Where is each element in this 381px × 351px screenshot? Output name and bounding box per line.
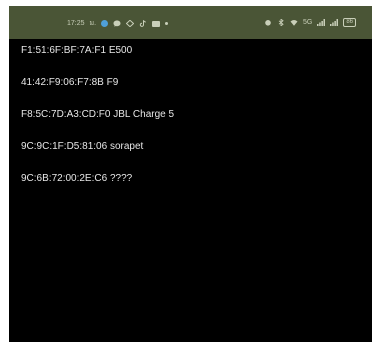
phone-screen: 17:25 ม. 5G 86 F1:51:6F:BF:7A:F1 E500 41… xyxy=(9,6,372,342)
signal-icon-2 xyxy=(330,19,339,26)
tiktok-icon xyxy=(139,20,147,27)
status-time-suffix: ม. xyxy=(89,20,97,27)
device-item[interactable]: 41:42:F9:06:F7:8B F9 xyxy=(21,77,174,89)
signal-icon xyxy=(317,19,326,26)
device-name: JBL Charge 5 xyxy=(113,109,175,120)
network-type: 5G xyxy=(302,19,313,26)
device-address: F1:51:6F:BF:7A:F1 xyxy=(21,45,107,56)
device-item[interactable]: F1:51:6F:BF:7A:F1 E500 xyxy=(21,45,174,57)
bottom-edge xyxy=(9,338,372,342)
device-address: 9C:9C:1F:D5:81:06 xyxy=(21,141,108,152)
device-list: F1:51:6F:BF:7A:F1 E500 41:42:F9:06:F7:8B… xyxy=(21,45,174,205)
app-notification-icon xyxy=(101,20,109,27)
device-item[interactable]: 9C:6B:72:00:2E:C6 ???? xyxy=(21,173,174,185)
battery-level: 86 xyxy=(343,18,356,27)
device-name: sorapet xyxy=(109,141,144,152)
device-name: ???? xyxy=(109,173,133,184)
device-address: 41:42:F9:06:F7:8B xyxy=(21,77,104,88)
messenger-icon xyxy=(113,20,121,27)
more-notifications-icon xyxy=(165,22,169,25)
status-bar: 17:25 ม. 5G 86 xyxy=(9,6,372,39)
device-item[interactable]: F8:5C:7D:A3:CD:F0 JBL Charge 5 xyxy=(21,109,174,121)
device-name: E500 xyxy=(108,45,133,56)
device-address: F8:5C:7D:A3:CD:F0 xyxy=(21,109,111,120)
device-name: F9 xyxy=(106,77,119,88)
wifi-icon xyxy=(290,19,298,26)
device-item[interactable]: 9C:9C:1F:D5:81:06 sorapet xyxy=(21,141,174,153)
status-bar-left: 17:25 ม. xyxy=(67,18,169,29)
location-icon xyxy=(126,20,135,27)
status-bar-right: 5G 86 xyxy=(264,18,356,27)
alarm-icon xyxy=(264,19,272,26)
message-icon xyxy=(152,20,161,27)
device-address: 9C:6B:72:00:2E:C6 xyxy=(21,173,108,184)
status-time: 17:25 xyxy=(67,20,85,27)
bluetooth-icon xyxy=(277,19,285,26)
